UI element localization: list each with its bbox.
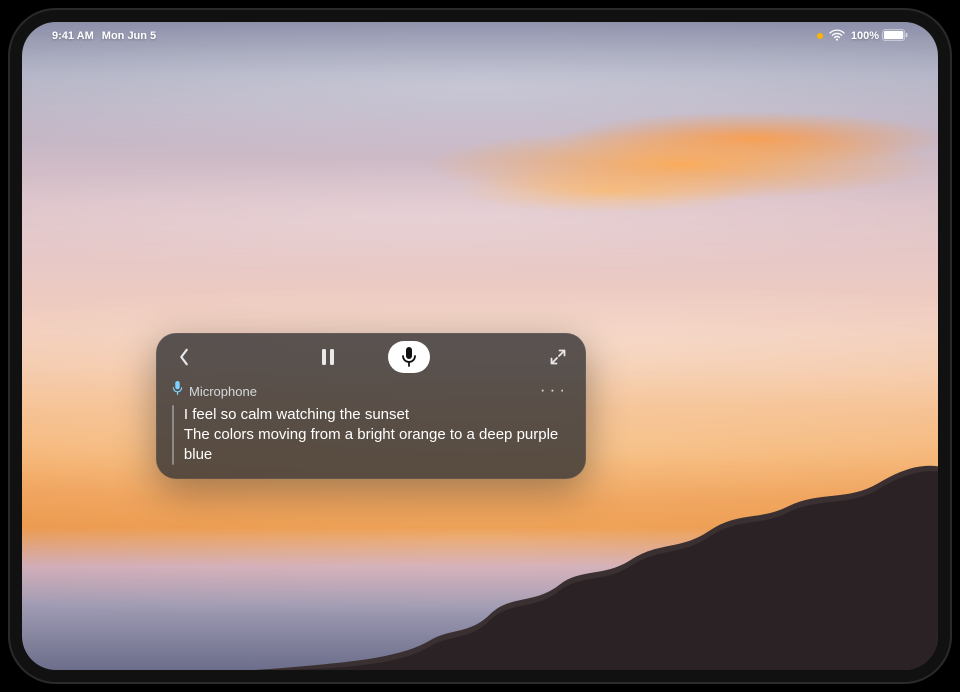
caption-block: I feel so calm watching the sunset The c…: [172, 405, 570, 465]
status-bar: 9:41 AM Mon Jun 5 100%: [22, 24, 938, 48]
source-label: Microphone: [189, 384, 257, 399]
caption-indicator-bar: [172, 405, 174, 465]
expand-button[interactable]: [542, 341, 574, 373]
microphone-small-icon: [172, 381, 183, 401]
back-button[interactable]: [168, 341, 200, 373]
caption-line-1: I feel so calm watching the sunset: [184, 405, 570, 425]
wifi-icon: [829, 29, 845, 44]
caption-line-2: The colors moving from a bright orange t…: [184, 425, 570, 465]
panel-toolbar: [156, 333, 586, 377]
screen: 9:41 AM Mon Jun 5 100%: [22, 22, 938, 670]
status-time: 9:41 AM: [52, 30, 94, 42]
pause-icon: [321, 349, 335, 365]
battery-percent: 100%: [851, 30, 879, 42]
panel-body: Microphone · · · · · I feel so calm watc…: [156, 377, 586, 479]
expand-icon: [550, 349, 566, 365]
battery-icon: [882, 29, 908, 44]
microphone-button[interactable]: [388, 341, 430, 373]
mic-active-indicator-icon: [817, 33, 823, 39]
live-captions-panel[interactable]: Microphone · · · · · I feel so calm watc…: [156, 333, 586, 479]
pause-button[interactable]: [312, 341, 344, 373]
microphone-icon: [402, 347, 416, 367]
ipad-frame: 9:41 AM Mon Jun 5 100%: [8, 8, 952, 684]
caption-text: I feel so calm watching the sunset The c…: [184, 405, 570, 465]
status-date: Mon Jun 5: [102, 30, 156, 42]
chevron-left-icon: [178, 348, 190, 366]
